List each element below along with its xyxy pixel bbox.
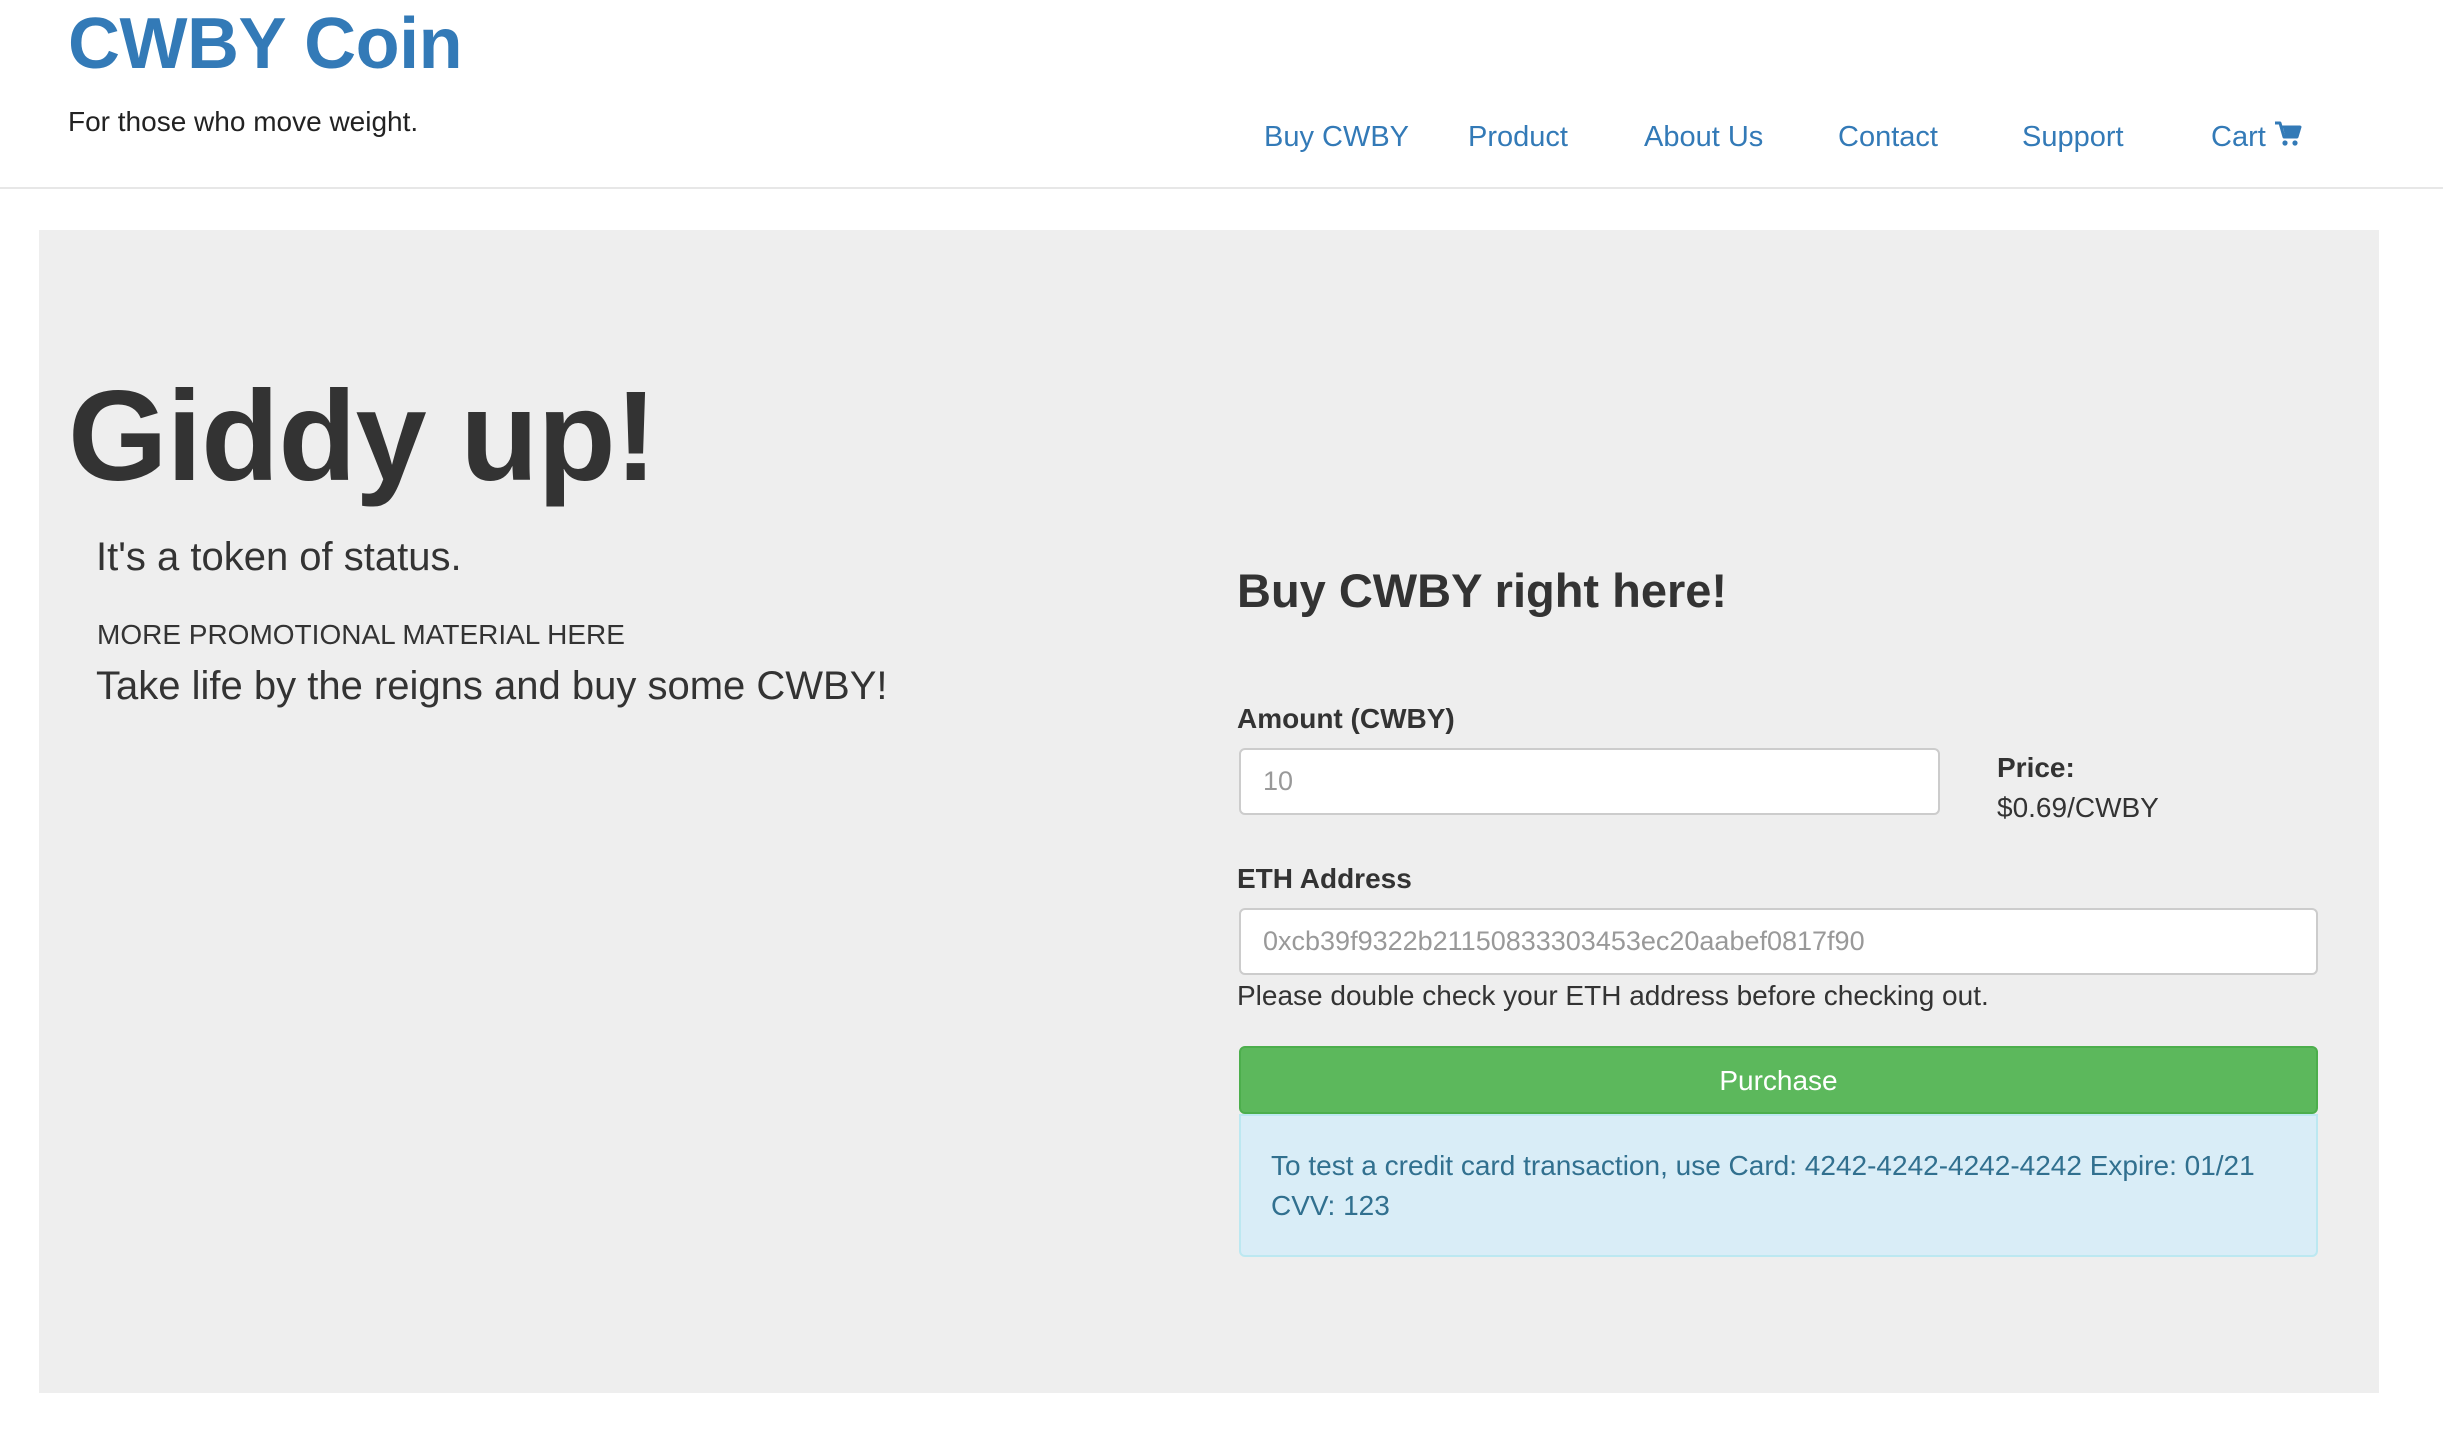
- test-card-info-alert: To test a credit card transaction, use C…: [1239, 1114, 2318, 1257]
- nav-cart-label: Cart: [2211, 121, 2266, 153]
- purchase-button[interactable]: Purchase: [1239, 1046, 2318, 1114]
- nav-support[interactable]: Support: [2022, 117, 2124, 157]
- hero-title: Giddy up!: [68, 365, 657, 508]
- amount-label: Amount (CWBY): [1237, 703, 1455, 734]
- shopping-cart-icon: [2274, 119, 2302, 159]
- eth-address-label: ETH Address: [1237, 863, 1412, 894]
- nav-about-us[interactable]: About Us: [1644, 117, 1763, 157]
- nav-product[interactable]: Product: [1468, 117, 1568, 157]
- test-card-info-text: To test a credit card transaction, use C…: [1271, 1150, 2255, 1221]
- promo-line: Take life by the reigns and buy some CWB…: [96, 664, 888, 708]
- nav-contact[interactable]: Contact: [1838, 117, 1938, 157]
- nav-cart[interactable]: Cart: [2211, 117, 2302, 159]
- eth-address-input[interactable]: [1239, 908, 2318, 975]
- price-label: Price:: [1997, 752, 2075, 783]
- promo-caps: MORE PROMOTIONAL MATERIAL HERE: [97, 619, 625, 650]
- price-value: $0.69/CWBY: [1997, 792, 2159, 823]
- hero-subtitle: It's a token of status.: [96, 535, 462, 579]
- site-tagline: For those who move weight.: [68, 106, 419, 137]
- buy-form-title: Buy CWBY right here!: [1237, 564, 1728, 617]
- amount-input[interactable]: [1239, 748, 1940, 815]
- nav-buy-cwby[interactable]: Buy CWBY: [1264, 117, 1409, 157]
- site-brand[interactable]: CWBY Coin: [68, 0, 463, 88]
- eth-address-help: Please double check your ETH address bef…: [1237, 980, 1989, 1011]
- site-header: CWBY Coin For those who move weight. Buy…: [0, 0, 2443, 189]
